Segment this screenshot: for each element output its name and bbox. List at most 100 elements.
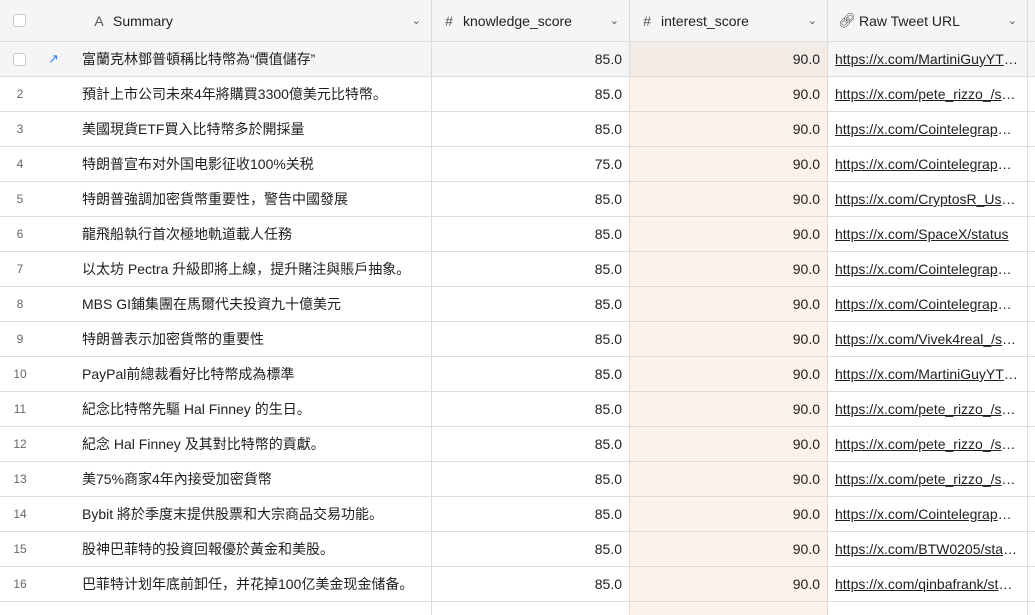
next-column-cell[interactable]: [1028, 287, 1035, 322]
next-column-cell[interactable]: [1028, 112, 1035, 147]
interest-score-cell[interactable]: 90.0: [630, 462, 828, 497]
tweet-url-link[interactable]: https://x.com/pete_rizzo_/status: [835, 401, 1019, 417]
table-row[interactable]: 3 美國現貨ETF買入比特幣多於開採量 85.0 90.0 https://x.…: [0, 112, 1035, 147]
interest-score-cell[interactable]: 90.0: [630, 182, 828, 217]
next-column-cell[interactable]: [1028, 497, 1035, 532]
interest-score-cell[interactable]: 90.0: [630, 112, 828, 147]
raw-tweet-url-cell[interactable]: [828, 602, 1028, 615]
knowledge-score-cell[interactable]: 85.0: [432, 182, 630, 217]
tweet-url-link[interactable]: https://x.com/SpaceX/status: [835, 226, 1019, 242]
raw-tweet-url-cell[interactable]: https://x.com/Cointelegraph/status: [828, 497, 1028, 532]
knowledge-score-cell[interactable]: 85.0: [432, 357, 630, 392]
table-row[interactable]: 11 紀念比特幣先驅 Hal Finney 的生日。 85.0 90.0 htt…: [0, 392, 1035, 427]
summary-cell[interactable]: MBS GI鋪集團在馬爾代夫投資九十億美元: [72, 287, 432, 322]
table-row[interactable]: 9 特朗普表示加密貨幣的重要性 85.0 90.0 https://x.com/…: [0, 322, 1035, 357]
raw-tweet-url-cell[interactable]: https://x.com/Cointelegraph/status: [828, 252, 1028, 287]
table-row[interactable]: 5 特朗普強調加密貨幣重要性，警告中國發展 85.0 90.0 https://…: [0, 182, 1035, 217]
next-column-cell[interactable]: [1028, 252, 1035, 287]
next-column-cell[interactable]: [1028, 602, 1035, 615]
tweet-url-link[interactable]: https://x.com/Vivek4real_/status: [835, 331, 1019, 347]
summary-cell[interactable]: 富蘭克林鄧普頓稱比特幣為“價值儲存”: [72, 42, 432, 77]
next-column-cell[interactable]: [1028, 182, 1035, 217]
table-row[interactable]: 2 預計上市公司未來4年將購買3300億美元比特幣。 85.0 90.0 htt…: [0, 77, 1035, 112]
table-row[interactable]: 8 MBS GI鋪集團在馬爾代夫投資九十億美元 85.0 90.0 https:…: [0, 287, 1035, 322]
summary-cell[interactable]: [72, 602, 432, 615]
raw-tweet-url-cell[interactable]: https://x.com/MartiniGuyYT/status: [828, 42, 1028, 77]
summary-cell[interactable]: 美國現貨ETF買入比特幣多於開採量: [72, 112, 432, 147]
knowledge-score-cell[interactable]: 85.0: [432, 287, 630, 322]
raw-tweet-url-cell[interactable]: https://x.com/BTW0205/status: [828, 532, 1028, 567]
summary-cell[interactable]: PayPal前總裁看好比特幣成為標準: [72, 357, 432, 392]
raw-tweet-url-cell[interactable]: https://x.com/pete_rizzo_/status: [828, 462, 1028, 497]
column-header-summary[interactable]: A Summary ⌄: [72, 0, 432, 42]
chevron-down-icon[interactable]: ⌄: [1008, 14, 1017, 27]
summary-cell[interactable]: 特朗普強調加密貨幣重要性，警告中國發展: [72, 182, 432, 217]
tweet-url-link[interactable]: https://x.com/Cointelegraph/status: [835, 296, 1019, 312]
column-header-interest-score[interactable]: # interest_score ⌄: [630, 0, 828, 42]
knowledge-score-cell[interactable]: 85.0: [432, 322, 630, 357]
table-row[interactable]: 13 美75%商家4年內接受加密貨幣 85.0 90.0 https://x.c…: [0, 462, 1035, 497]
tweet-url-link[interactable]: https://x.com/pete_rizzo_/status: [835, 471, 1019, 487]
tweet-url-link[interactable]: https://x.com/Cointelegraph/status: [835, 156, 1019, 172]
next-column-cell[interactable]: [1028, 427, 1035, 462]
summary-cell[interactable]: 特朗普表示加密貨幣的重要性: [72, 322, 432, 357]
summary-cell[interactable]: 股神巴菲特的投資回報優於黃金和美股。: [72, 532, 432, 567]
tweet-url-link[interactable]: https://x.com/BTW0205/status: [835, 541, 1019, 557]
next-column-cell[interactable]: [1028, 42, 1035, 77]
interest-score-cell[interactable]: 90.0: [630, 567, 828, 602]
interest-score-cell[interactable]: 90.0: [630, 147, 828, 182]
column-header-next[interactable]: [1028, 0, 1035, 42]
raw-tweet-url-cell[interactable]: https://x.com/SpaceX/status: [828, 217, 1028, 252]
raw-tweet-url-cell[interactable]: https://x.com/Vivek4real_/status: [828, 322, 1028, 357]
knowledge-score-cell[interactable]: 85.0: [432, 462, 630, 497]
tweet-url-link[interactable]: https://x.com/CryptosR_Us/status: [835, 191, 1019, 207]
knowledge-score-cell[interactable]: 85.0: [432, 497, 630, 532]
column-header-raw-tweet-url[interactable]: 🔗︎ Raw Tweet URL ⌄: [828, 0, 1028, 42]
tweet-url-link[interactable]: https://x.com/Cointelegraph/status: [835, 261, 1019, 277]
next-column-cell[interactable]: [1028, 567, 1035, 602]
interest-score-cell[interactable]: 90.0: [630, 77, 828, 112]
table-row[interactable]: 7 以太坊 Pectra 升級即將上線，提升賭注與賬戶抽象。 85.0 90.0…: [0, 252, 1035, 287]
summary-cell[interactable]: 以太坊 Pectra 升級即將上線，提升賭注與賬戶抽象。: [72, 252, 432, 287]
summary-cell[interactable]: 巴菲特计划年底前卸任，并花掉100亿美金现金储备。: [72, 567, 432, 602]
interest-score-cell[interactable]: 90.0: [630, 322, 828, 357]
table-row[interactable]: [0, 602, 1035, 615]
knowledge-score-cell[interactable]: 85.0: [432, 217, 630, 252]
interest-score-cell[interactable]: 90.0: [630, 427, 828, 462]
knowledge-score-cell[interactable]: 85.0: [432, 77, 630, 112]
raw-tweet-url-cell[interactable]: https://x.com/Cointelegraph/status: [828, 287, 1028, 322]
select-all-checkbox[interactable]: [13, 14, 26, 27]
interest-score-cell[interactable]: 90.0: [630, 392, 828, 427]
table-row[interactable]: 16 巴菲特计划年底前卸任，并花掉100亿美金现金储备。 85.0 90.0 h…: [0, 567, 1035, 602]
raw-tweet-url-cell[interactable]: https://x.com/MartiniGuyYT/status: [828, 357, 1028, 392]
tweet-url-link[interactable]: https://x.com/pete_rizzo_/status: [835, 86, 1019, 102]
tweet-url-link[interactable]: https://x.com/MartiniGuyYT/status: [835, 366, 1019, 382]
interest-score-cell[interactable]: 90.0: [630, 217, 828, 252]
expand-record-icon[interactable]: ↗: [48, 51, 59, 67]
knowledge-score-cell[interactable]: 85.0: [432, 532, 630, 567]
tweet-url-link[interactable]: https://x.com/MartiniGuyYT/status: [835, 51, 1019, 67]
tweet-url-link[interactable]: https://x.com/Cointelegraph/status: [835, 121, 1019, 137]
next-column-cell[interactable]: [1028, 357, 1035, 392]
summary-cell[interactable]: 特朗普宣布对外国电影征收100%关税: [72, 147, 432, 182]
next-column-cell[interactable]: [1028, 392, 1035, 427]
table-row[interactable]: 12 紀念 Hal Finney 及其對比特幣的貢獻。 85.0 90.0 ht…: [0, 427, 1035, 462]
next-column-cell[interactable]: [1028, 532, 1035, 567]
interest-score-cell[interactable]: 90.0: [630, 42, 828, 77]
row-checkbox[interactable]: [13, 52, 26, 66]
interest-score-cell[interactable]: 90.0: [630, 252, 828, 287]
raw-tweet-url-cell[interactable]: https://x.com/Cointelegraph/status: [828, 147, 1028, 182]
knowledge-score-cell[interactable]: 85.0: [432, 392, 630, 427]
next-column-cell[interactable]: [1028, 77, 1035, 112]
summary-cell[interactable]: 美75%商家4年內接受加密貨幣: [72, 462, 432, 497]
knowledge-score-cell[interactable]: 85.0: [432, 42, 630, 77]
interest-score-cell[interactable]: 90.0: [630, 532, 828, 567]
chevron-down-icon[interactable]: ⌄: [610, 14, 619, 27]
interest-score-cell[interactable]: [630, 602, 828, 615]
next-column-cell[interactable]: [1028, 147, 1035, 182]
table-row[interactable]: 6 龍飛船執行首次極地軌道載人任務 85.0 90.0 https://x.co…: [0, 217, 1035, 252]
chevron-down-icon[interactable]: ⌄: [412, 14, 421, 27]
next-column-cell[interactable]: [1028, 217, 1035, 252]
next-column-cell[interactable]: [1028, 462, 1035, 497]
summary-cell[interactable]: 龍飛船執行首次極地軌道載人任務: [72, 217, 432, 252]
